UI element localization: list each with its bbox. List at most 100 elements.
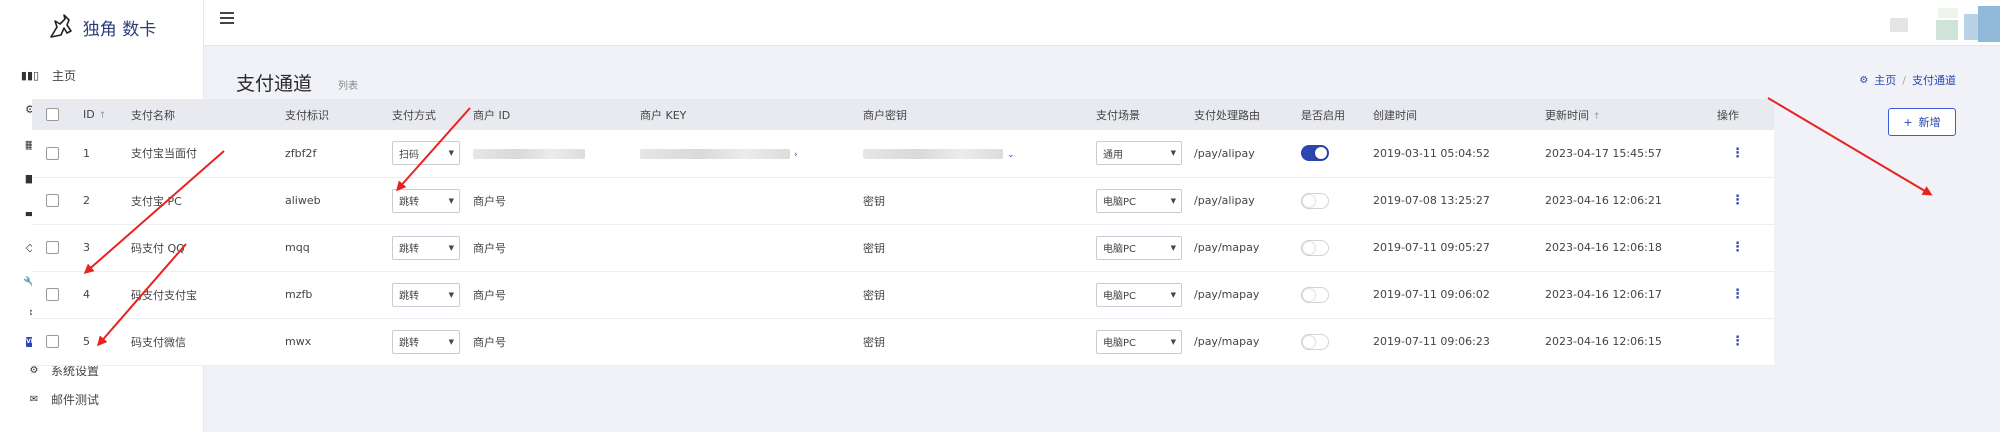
cell-pay-name[interactable]: 码支付 QQ bbox=[125, 224, 279, 271]
brand[interactable]: 独角 数卡 bbox=[0, 0, 203, 54]
table-row: 5 码支付微信 mwx 跳转 ▼ 商户号 密钥 电脑PC ▼ /pay/mapay … bbox=[32, 318, 1774, 365]
cell-created-at: 2019-07-11 09:06:02 bbox=[1373, 288, 1490, 301]
select-all-checkbox[interactable] bbox=[46, 108, 59, 122]
cell-merchant-id[interactable]: 商户号 bbox=[467, 224, 634, 271]
more-actions-icon[interactable]: ⋮ bbox=[1717, 240, 1744, 255]
cell-pay-name[interactable]: 支付宝当面付 bbox=[125, 130, 279, 177]
cell-pay-check[interactable]: mqq bbox=[279, 224, 386, 271]
sort-arrow-icon[interactable]: ↑ bbox=[99, 111, 107, 121]
caret-down-icon: ▼ bbox=[448, 149, 454, 158]
col-route: 支付处理路由 bbox=[1194, 108, 1260, 122]
user-avatar[interactable] bbox=[1890, 6, 2000, 42]
cell-merchant-id[interactable]: 商户号 bbox=[467, 318, 634, 365]
merchant-id-value: 商户号 bbox=[473, 288, 506, 302]
cell-pay-method: 跳转 ▼ bbox=[386, 271, 467, 318]
enabled-toggle[interactable] bbox=[1301, 286, 1329, 303]
cell-pay-check[interactable]: aliweb bbox=[279, 177, 386, 224]
dashboard-icon: ⚙ bbox=[1859, 74, 1869, 86]
cell-merchant-pem[interactable]: 密钥 bbox=[857, 318, 1090, 365]
cell-merchant-pem[interactable]: 密钥 bbox=[857, 177, 1090, 224]
merchant-pem-value: 密钥 bbox=[863, 241, 885, 255]
cell-merchant-key[interactable] bbox=[634, 318, 857, 365]
cell-merchant-pem[interactable]: 密钥 bbox=[857, 271, 1090, 318]
breadcrumb-home[interactable]: 主页 bbox=[1874, 72, 1896, 88]
cell-pay-name[interactable]: 码支付微信 bbox=[125, 318, 279, 365]
cell-route[interactable]: /pay/mapay bbox=[1188, 318, 1295, 365]
enabled-toggle[interactable] bbox=[1301, 239, 1329, 256]
cell-updated-at: 2023-04-16 12:06:21 bbox=[1545, 194, 1662, 207]
col-updated-at[interactable]: 更新时间 ↑ bbox=[1539, 99, 1711, 130]
row-checkbox[interactable] bbox=[46, 288, 59, 302]
cell-pay-check[interactable]: mwx bbox=[279, 318, 386, 365]
cell-pay-check[interactable]: zfbf2f bbox=[279, 130, 386, 177]
cell-merchant-pem[interactable]: 密钥 bbox=[857, 224, 1090, 271]
merchant-pem-value: 密钥 bbox=[863, 288, 885, 302]
cell-id: 5 bbox=[83, 335, 90, 348]
more-actions-icon[interactable]: ⋮ bbox=[1717, 146, 1744, 161]
col-enabled: 是否启用 bbox=[1301, 108, 1345, 122]
cell-merchant-key[interactable] bbox=[634, 224, 857, 271]
cell-pay-method: 跳转 ▼ bbox=[386, 318, 467, 365]
sidebar-item-label: 主页 bbox=[52, 68, 77, 83]
cell-route[interactable]: /pay/alipay bbox=[1188, 177, 1295, 224]
cell-route[interactable]: /pay/mapay bbox=[1188, 224, 1295, 271]
merchant-id-value: 商户号 bbox=[473, 194, 506, 208]
enabled-toggle[interactable] bbox=[1301, 333, 1329, 350]
expand-icon[interactable]: ⌄ bbox=[1007, 150, 1015, 160]
cell-pay-name[interactable]: 支付宝 PC bbox=[125, 177, 279, 224]
cell-merchant-id[interactable]: 商户号 bbox=[467, 271, 634, 318]
cell-merchant-pem[interactable]: ⌄ bbox=[857, 130, 1090, 177]
cell-pay-client: 电脑PC ▼ bbox=[1090, 318, 1188, 365]
enabled-toggle[interactable] bbox=[1301, 145, 1329, 162]
cell-id: 1 bbox=[83, 146, 90, 160]
cell-merchant-id[interactable] bbox=[467, 130, 634, 177]
row-select-cell bbox=[32, 318, 77, 365]
sidebar-item-0[interactable]: ▮▮▯ 主页 bbox=[0, 58, 203, 93]
row-checkbox[interactable] bbox=[46, 335, 59, 349]
cell-route[interactable]: /pay/mapay bbox=[1188, 271, 1295, 318]
pay-method-select[interactable]: 跳转 ▼ bbox=[392, 235, 460, 260]
sort-arrow-icon[interactable]: ↑ bbox=[1593, 112, 1601, 122]
pay-client-value: 通用 bbox=[1103, 149, 1123, 161]
row-checkbox[interactable] bbox=[46, 194, 59, 208]
menu-toggle-icon[interactable] bbox=[220, 12, 234, 24]
cell-created-at: 2019-07-11 09:05:27 bbox=[1373, 241, 1490, 254]
row-checkbox[interactable] bbox=[46, 241, 59, 255]
cell-pay-check[interactable]: mzfb bbox=[279, 271, 386, 318]
row-checkbox[interactable] bbox=[46, 147, 59, 160]
caret-down-icon: ▼ bbox=[448, 290, 454, 299]
chevron-icon: › bbox=[794, 149, 798, 160]
new-button[interactable]: + 新增 bbox=[1888, 108, 1956, 136]
pay-method-select[interactable]: 跳转 ▼ bbox=[392, 188, 460, 213]
more-actions-icon[interactable]: ⋮ bbox=[1717, 287, 1744, 302]
sidebar-subitem-3[interactable]: ✉ 邮件测试 bbox=[0, 385, 203, 414]
more-actions-icon[interactable]: ⋮ bbox=[1717, 193, 1744, 208]
cell-route[interactable]: /pay/alipay bbox=[1188, 130, 1295, 177]
cell-enabled bbox=[1295, 318, 1367, 365]
cell-merchant-key[interactable] bbox=[634, 271, 857, 318]
pay-client-select[interactable]: 电脑PC ▼ bbox=[1096, 329, 1182, 354]
cell-id: 2 bbox=[83, 194, 90, 207]
cell-pay-name[interactable]: 码支付支付宝 bbox=[125, 271, 279, 318]
pay-client-select[interactable]: 通用 ▼ bbox=[1096, 141, 1182, 166]
enabled-toggle[interactable] bbox=[1301, 192, 1329, 209]
pay-client-select[interactable]: 电脑PC ▼ bbox=[1096, 282, 1182, 307]
cell-merchant-key[interactable] bbox=[634, 177, 857, 224]
caret-down-icon: ▼ bbox=[1170, 337, 1176, 346]
col-created-at: 创建时间 bbox=[1373, 108, 1417, 122]
cell-merchant-id[interactable]: 商户号 bbox=[467, 177, 634, 224]
pay-client-select[interactable]: 电脑PC ▼ bbox=[1096, 235, 1182, 260]
pay-client-value: 电脑PC bbox=[1103, 338, 1137, 349]
cell-created-at: 2019-03-11 05:04:52 bbox=[1373, 146, 1490, 160]
more-actions-icon[interactable]: ⋮ bbox=[1717, 334, 1744, 349]
pay-method-select[interactable]: 跳转 ▼ bbox=[392, 282, 460, 307]
col-merchant-key: 商户 KEY bbox=[640, 108, 687, 122]
caret-down-icon: ▼ bbox=[448, 337, 454, 346]
cell-merchant-key[interactable]: › bbox=[634, 130, 857, 177]
table-row: 3 码支付 QQ mqq 跳转 ▼ 商户号 密钥 电脑PC ▼ /pay/mapay… bbox=[32, 224, 1774, 271]
cell-pay-method: 跳转 ▼ bbox=[386, 177, 467, 224]
pay-method-select[interactable]: 跳转 ▼ bbox=[392, 329, 460, 354]
col-id[interactable]: ID ↑ bbox=[77, 99, 125, 130]
pay-client-select[interactable]: 电脑PC ▼ bbox=[1096, 188, 1182, 213]
pay-method-select[interactable]: 扫码 ▼ bbox=[392, 141, 460, 166]
